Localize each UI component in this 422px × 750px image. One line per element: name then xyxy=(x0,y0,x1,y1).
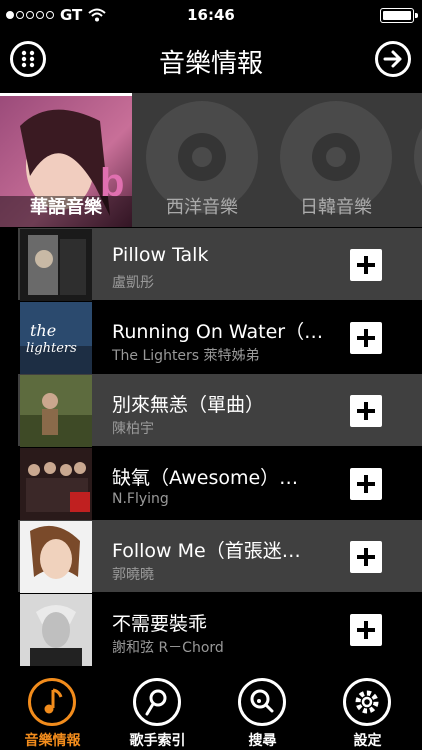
album-cover xyxy=(20,375,92,447)
album-cover xyxy=(20,594,92,666)
song-artist: 盧凱彤 xyxy=(112,275,154,291)
song-row[interactable]: 別來無恙（單曲） 陳柏宇 xyxy=(18,374,422,447)
add-button[interactable] xyxy=(350,614,382,646)
album-cover xyxy=(20,521,92,593)
song-row[interactable]: 缺氧（Awesome）… N.Flying xyxy=(18,447,422,520)
song-title: Running On Water（… xyxy=(112,321,324,343)
add-button[interactable] xyxy=(350,541,382,573)
category-chinese[interactable]: b 華語音樂 xyxy=(0,93,132,227)
singer-index-icon xyxy=(133,678,181,726)
song-title: Pillow Talk xyxy=(112,244,209,266)
category-label: 西洋音樂 xyxy=(166,197,238,218)
tab-settings[interactable]: 設定 xyxy=(315,670,420,750)
add-button[interactable] xyxy=(350,322,382,354)
song-row[interactable]: Pillow Talk 盧凱彤 xyxy=(18,228,422,301)
svg-text:the: the xyxy=(30,321,56,340)
page-title: 音樂情報 xyxy=(158,49,263,79)
tab-label: 音樂情報 xyxy=(24,733,81,749)
song-list[interactable]: Pillow Talk 盧凱彤 the lighters Running On … xyxy=(18,228,422,669)
music-note-icon xyxy=(28,678,76,726)
add-button[interactable] xyxy=(350,249,382,281)
navigation-bar: 音樂情報 xyxy=(0,30,422,92)
add-button[interactable] xyxy=(350,468,382,500)
tab-label: 歌手索引 xyxy=(129,733,186,749)
svg-text:lighters: lighters xyxy=(26,341,77,356)
song-row[interactable]: Follow Me（首張迷… 郭曉曉 xyxy=(18,520,422,593)
gear-icon xyxy=(343,678,391,726)
song-artist: 陳柏宇 xyxy=(112,421,154,437)
category-carousel[interactable]: b 華語音樂 西洋音樂 日韓音樂 xyxy=(0,93,422,227)
album-cover xyxy=(20,229,92,301)
song-title: 不需要裝乖 xyxy=(112,613,208,635)
tab-bar: 音樂情報 歌手索引 搜尋 設定 xyxy=(0,670,422,750)
status-bar: GT 16:46 xyxy=(0,0,422,30)
category-label: 日韓音樂 xyxy=(300,197,372,218)
status-time: 16:46 xyxy=(187,6,235,24)
arrow-right-icon xyxy=(383,50,402,68)
tab-search[interactable]: 搜尋 xyxy=(210,670,315,750)
add-button[interactable] xyxy=(350,395,382,427)
category-label: 華語音樂 xyxy=(30,197,102,218)
disc-icon xyxy=(414,128,422,186)
category-japanese-korean[interactable]: 日韓音樂 xyxy=(270,93,402,227)
song-row[interactable]: the lighters Running On Water（… The Ligh… xyxy=(18,301,422,374)
tab-label: 搜尋 xyxy=(248,733,277,749)
tab-label: 設定 xyxy=(353,733,382,749)
search-music-icon xyxy=(238,678,286,726)
album-cover xyxy=(20,448,92,520)
category-next-partial[interactable] xyxy=(404,93,422,227)
song-title: 缺氧（Awesome）… xyxy=(112,467,299,489)
forward-button[interactable] xyxy=(375,41,411,77)
tab-music-info[interactable]: 音樂情報 xyxy=(0,670,105,750)
song-artist: N.Flying xyxy=(112,491,169,507)
battery-icon xyxy=(380,8,418,23)
song-artist: 謝和弦 R－Chord xyxy=(112,640,224,656)
song-artist: 郭曉曉 xyxy=(112,567,154,583)
tab-singer-index[interactable]: 歌手索引 xyxy=(105,670,210,750)
song-title: Follow Me（首張迷… xyxy=(112,540,301,562)
song-title: 別來無恙（單曲） xyxy=(112,394,265,416)
song-row[interactable]: 不需要裝乖 謝和弦 R－Chord xyxy=(18,593,422,666)
album-cover: the lighters xyxy=(20,302,92,374)
category-western[interactable]: 西洋音樂 xyxy=(136,93,268,227)
song-artist: The Lighters 萊特姊弟 xyxy=(112,348,260,364)
